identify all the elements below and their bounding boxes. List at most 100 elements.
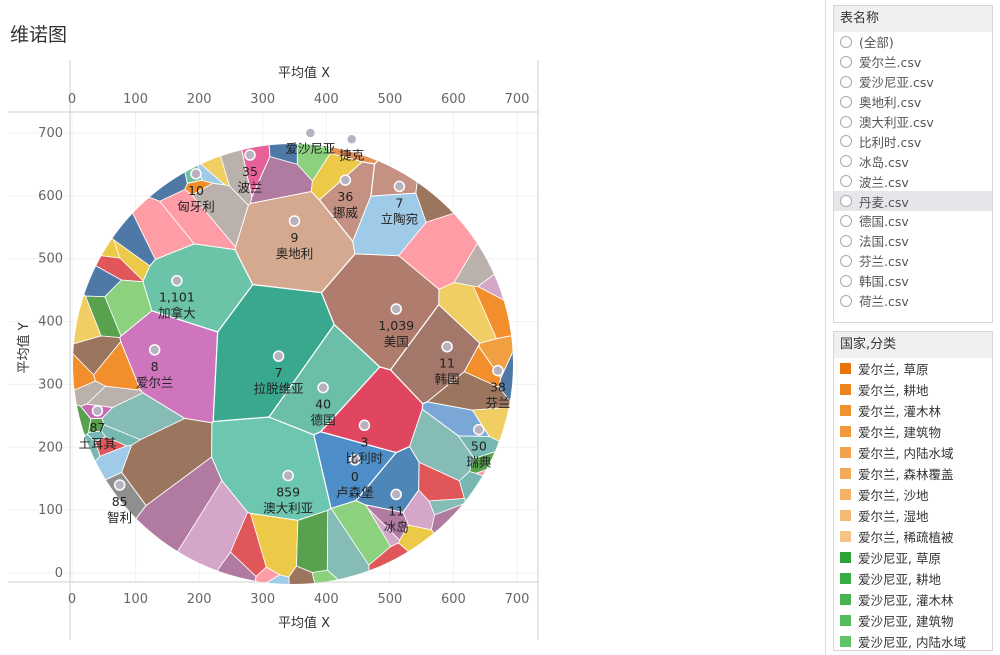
voronoi-chart[interactable]: 0010010020020030030040040050050060060070… (0, 0, 825, 655)
data-label-value: 9 (291, 230, 299, 245)
filter-option[interactable]: 法国.csv (834, 231, 992, 251)
data-label-name: 芬兰 (485, 396, 510, 411)
data-label-value: 50 (471, 439, 487, 454)
filter-option[interactable]: 冰岛.csv (834, 151, 992, 171)
legend-item: 爱尔兰, 内陆水域 (834, 442, 992, 463)
legend-label: 爱尔兰, 森林覆盖 (858, 467, 954, 482)
legend-label: 爱尔兰, 内陆水域 (858, 446, 954, 461)
filter-option-label: 冰岛.csv (859, 154, 909, 170)
legend-swatch (840, 552, 851, 563)
data-label-name: 挪威 (333, 205, 359, 220)
data-point (358, 419, 371, 432)
radio-icon[interactable] (840, 135, 852, 148)
radio-icon[interactable] (840, 115, 852, 128)
radio-icon[interactable] (840, 274, 852, 287)
filter-option[interactable]: 爱尔兰.csv (834, 52, 992, 72)
data-label-name: 土耳其 (79, 436, 117, 451)
radio-icon[interactable] (840, 155, 852, 168)
x-tick-label-bottom: 200 (187, 592, 212, 607)
data-label-name: 卢森堡 (336, 485, 374, 500)
radio-icon[interactable] (840, 214, 852, 227)
filter-option[interactable]: 波兰.csv (834, 171, 992, 191)
filter-option-label: 奥地利.csv (859, 95, 922, 111)
x-tick-label-top: 0 (68, 92, 76, 107)
legend-item: 爱尔兰, 耕地 (834, 379, 992, 400)
data-point (473, 423, 485, 436)
x-tick-label-bottom: 700 (505, 592, 530, 607)
legend-title: 国家,分类 (834, 332, 992, 358)
data-label-name: 拉脱维亚 (254, 381, 304, 396)
filter-option[interactable]: 芬兰.csv (834, 251, 992, 271)
data-label-name: 爱尔兰 (136, 375, 174, 390)
y-tick-label: 100 (38, 503, 63, 518)
data-point (441, 340, 453, 353)
y-tick-label: 300 (38, 377, 63, 392)
filter-option-label: 爱尔兰.csv (859, 55, 922, 71)
voronoi-cell-small (296, 509, 329, 573)
data-point (282, 469, 294, 482)
radio-icon[interactable] (840, 35, 852, 48)
radio-icon[interactable] (840, 254, 852, 267)
x-tick-label-bottom: 600 (441, 592, 466, 607)
radio-icon[interactable] (840, 95, 852, 108)
worksheet: 维诺图 0 0 100 100 200 200 300 300 400 400 500 500 600 6… (0, 0, 826, 655)
y-tick-label: 600 (38, 189, 63, 204)
x-tick-label-top: 700 (505, 92, 530, 107)
x-axis-title-top: 平均值 X (278, 65, 330, 81)
y-tick-label: 400 (38, 315, 63, 330)
filter-option[interactable]: 奥地利.csv (834, 92, 992, 112)
radio-icon[interactable] (840, 175, 852, 188)
filter-option-label: 比利时.csv (859, 134, 922, 150)
legend-item: 爱尔兰, 建筑物 (834, 421, 992, 442)
radio-icon[interactable] (840, 55, 852, 68)
legend-swatch (840, 489, 851, 500)
legend-label: 爱沙尼亚, 建筑物 (858, 614, 954, 629)
legend-swatch (840, 510, 851, 521)
data-label-value: 1,101 (159, 290, 195, 305)
radio-icon[interactable] (840, 195, 852, 208)
filter-option-label: (全部) (859, 35, 894, 51)
data-label-name: 德国 (311, 413, 336, 428)
radio-icon[interactable] (840, 234, 852, 247)
legend-item: 爱沙尼亚, 建筑物 (834, 610, 992, 631)
filter-option[interactable]: 荷兰.csv (834, 291, 992, 311)
data-label-name: 韩国 (435, 372, 460, 387)
y-tick-label: 200 (38, 440, 63, 455)
y-axis-title: 平均值 Y (16, 322, 32, 373)
filter-panel: 表名称 (全部) 爱尔兰.csv 爱沙尼亚.csv 奥地利.csv 澳大利亚.csv 比利… (833, 5, 993, 323)
legend-label: 爱尔兰, 湿地 (858, 509, 929, 524)
data-point (244, 149, 256, 161)
x-tick-label-top: 300 (250, 92, 275, 107)
radio-icon[interactable] (840, 75, 852, 88)
filter-option[interactable]: 韩国.csv (834, 271, 992, 291)
data-label-name: 爱沙尼亚 (285, 141, 335, 156)
data-point (272, 350, 285, 362)
legend-swatch (840, 615, 851, 626)
data-label-name: 立陶宛 (381, 211, 419, 226)
data-label-value: 40 (315, 397, 331, 412)
data-label-value: 35 (242, 164, 258, 179)
data-label-name: 波兰 (237, 180, 262, 195)
filter-option-label: 韩国.csv (859, 274, 909, 290)
radio-icon[interactable] (840, 294, 852, 307)
y-tick-label: 0 (55, 566, 63, 581)
data-label-value: 859 (276, 485, 300, 500)
data-point (288, 215, 301, 227)
filter-option[interactable]: 丹麦.csv (834, 191, 992, 212)
filter-option-label: 爱沙尼亚.csv (859, 75, 934, 91)
data-label-name: 奥地利 (276, 246, 314, 261)
filter-list[interactable]: (全部) 爱尔兰.csv 爱沙尼亚.csv 奥地利.csv 澳大利亚.csv 比利时.cs… (834, 32, 992, 310)
legend-item: 爱尔兰, 草原 (834, 358, 992, 379)
filter-option[interactable]: 澳大利亚.csv (834, 112, 992, 132)
legend-item: 爱沙尼亚, 草原 (834, 547, 992, 568)
legend-label: 爱沙尼亚, 灌木林 (858, 593, 954, 608)
legend-list: 爱尔兰, 草原 爱尔兰, 耕地 爱尔兰, 灌木林 爱尔兰, 建筑物 爱尔兰, 内陆水域爱… (834, 358, 992, 650)
filter-option[interactable]: 爱沙尼亚.csv (834, 72, 992, 92)
filter-option[interactable]: 比利时.csv (834, 131, 992, 151)
filter-option[interactable]: (全部) (834, 32, 992, 52)
filter-option[interactable]: 德国.csv (834, 211, 992, 231)
legend-swatch (840, 426, 851, 437)
data-point (345, 133, 358, 146)
x-tick-label-top: 600 (441, 92, 466, 107)
x-tick-label-bottom: 400 (314, 592, 339, 607)
